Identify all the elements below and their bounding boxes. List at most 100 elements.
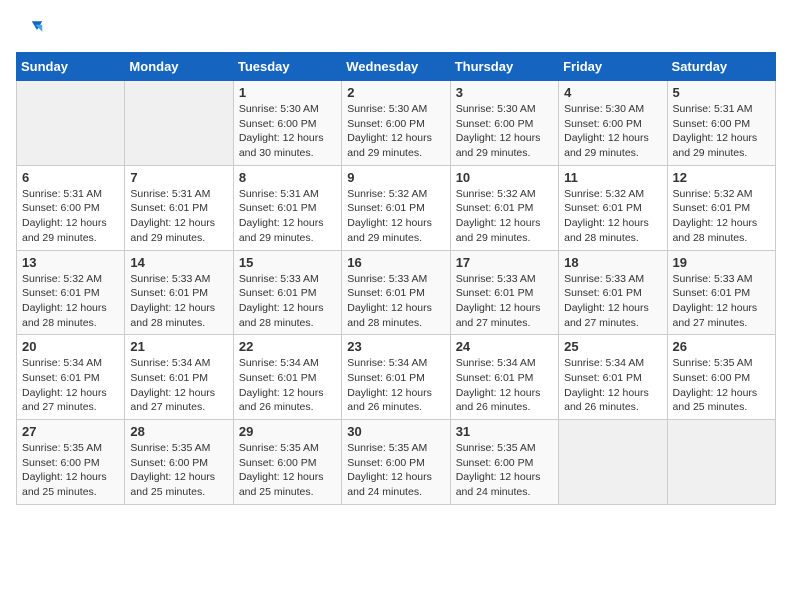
day-cell: 23 Sunrise: 5:34 AM Sunset: 6:01 PM Dayli…: [342, 335, 450, 420]
calendar-table: SundayMondayTuesdayWednesdayThursdayFrid…: [16, 52, 776, 505]
week-row-5: 27 Sunrise: 5:35 AM Sunset: 6:00 PM Dayli…: [17, 420, 776, 505]
day-info: Sunrise: 5:30 AM Sunset: 6:00 PM Dayligh…: [564, 102, 661, 161]
day-cell: 18 Sunrise: 5:33 AM Sunset: 6:01 PM Dayli…: [559, 250, 667, 335]
day-number: 7: [130, 170, 227, 185]
day-info: Sunrise: 5:34 AM Sunset: 6:01 PM Dayligh…: [564, 356, 661, 415]
day-cell: 22 Sunrise: 5:34 AM Sunset: 6:01 PM Dayli…: [233, 335, 341, 420]
day-info: Sunrise: 5:33 AM Sunset: 6:01 PM Dayligh…: [564, 272, 661, 331]
day-info: Sunrise: 5:31 AM Sunset: 6:01 PM Dayligh…: [130, 187, 227, 246]
day-info: Sunrise: 5:31 AM Sunset: 6:00 PM Dayligh…: [673, 102, 770, 161]
day-cell: [667, 420, 775, 505]
day-number: 8: [239, 170, 336, 185]
day-cell: 29Sunrise: 5:35 AM Sunset: 6:00 PM Dayli…: [233, 420, 341, 505]
day-info: Sunrise: 5:33 AM Sunset: 6:01 PM Dayligh…: [347, 272, 444, 331]
day-number: 23: [347, 339, 444, 354]
day-cell: 6Sunrise: 5:31 AM Sunset: 6:00 PM Daylig…: [17, 165, 125, 250]
day-info: Sunrise: 5:34 AM Sunset: 6:01 PM Dayligh…: [456, 356, 553, 415]
day-number: 26: [673, 339, 770, 354]
day-number: 27: [22, 424, 119, 439]
day-cell: 4Sunrise: 5:30 AM Sunset: 6:00 PM Daylig…: [559, 81, 667, 166]
day-number: 3: [456, 85, 553, 100]
day-number: 11: [564, 170, 661, 185]
logo-icon: [16, 16, 44, 44]
day-cell: 25 Sunrise: 5:34 AM Sunset: 6:01 PM Dayli…: [559, 335, 667, 420]
day-cell: [559, 420, 667, 505]
day-number: 18: [564, 255, 661, 270]
day-cell: 8 Sunrise: 5:31 AM Sunset: 6:01 PM Daylig…: [233, 165, 341, 250]
day-info: Sunrise: 5:35 AM Sunset: 6:00 PM Dayligh…: [130, 441, 227, 500]
day-info: Sunrise: 5:35 AM Sunset: 6:00 PM Dayligh…: [347, 441, 444, 500]
day-info: Sunrise: 5:32 AM Sunset: 6:01 PM Dayligh…: [22, 272, 119, 331]
day-number: 5: [673, 85, 770, 100]
day-number: 13: [22, 255, 119, 270]
header-row: SundayMondayTuesdayWednesdayThursdayFrid…: [17, 53, 776, 81]
day-number: 28: [130, 424, 227, 439]
header-cell-saturday: Saturday: [667, 53, 775, 81]
day-number: 6: [22, 170, 119, 185]
day-cell: 13 Sunrise: 5:32 AM Sunset: 6:01 PM Dayli…: [17, 250, 125, 335]
day-info: Sunrise: 5:32 AM Sunset: 6:01 PM Dayligh…: [673, 187, 770, 246]
day-number: 10: [456, 170, 553, 185]
day-info: Sunrise: 5:32 AM Sunset: 6:01 PM Dayligh…: [456, 187, 553, 246]
day-info: Sunrise: 5:34 AM Sunset: 6:01 PM Dayligh…: [22, 356, 119, 415]
day-cell: 16 Sunrise: 5:33 AM Sunset: 6:01 PM Dayli…: [342, 250, 450, 335]
day-cell: [125, 81, 233, 166]
day-cell: 21 Sunrise: 5:34 AM Sunset: 6:01 PM Dayli…: [125, 335, 233, 420]
day-cell: 28 Sunrise: 5:35 AM Sunset: 6:00 PM Dayli…: [125, 420, 233, 505]
day-info: Sunrise: 5:30 AM Sunset: 6:00 PM Dayligh…: [347, 102, 444, 161]
week-row-1: 1 Sunrise: 5:30 AM Sunset: 6:00 PM Daylig…: [17, 81, 776, 166]
day-number: 20: [22, 339, 119, 354]
day-cell: 26 Sunrise: 5:35 AM Sunset: 6:00 PM Dayli…: [667, 335, 775, 420]
day-cell: 31 Sunrise: 5:35 AM Sunset: 6:00 PM Dayli…: [450, 420, 558, 505]
day-info: Sunrise: 5:34 AM Sunset: 6:01 PM Dayligh…: [347, 356, 444, 415]
day-cell: 7 Sunrise: 5:31 AM Sunset: 6:01 PM Daylig…: [125, 165, 233, 250]
day-number: 21: [130, 339, 227, 354]
day-cell: 14Sunrise: 5:33 AM Sunset: 6:01 PM Dayli…: [125, 250, 233, 335]
day-cell: 3 Sunrise: 5:30 AM Sunset: 6:00 PM Daylig…: [450, 81, 558, 166]
day-number: 17: [456, 255, 553, 270]
page-header: [16, 16, 776, 44]
header-cell-thursday: Thursday: [450, 53, 558, 81]
day-info: Sunrise: 5:30 AM Sunset: 6:00 PM Dayligh…: [456, 102, 553, 161]
day-info: Sunrise: 5:31 AM Sunset: 6:01 PM Dayligh…: [239, 187, 336, 246]
day-cell: 10 Sunrise: 5:32 AM Sunset: 6:01 PM Dayli…: [450, 165, 558, 250]
day-info: Sunrise: 5:35 AM Sunset: 6:00 PM Dayligh…: [456, 441, 553, 500]
header-cell-sunday: Sunday: [17, 53, 125, 81]
day-number: 12: [673, 170, 770, 185]
day-number: 31: [456, 424, 553, 439]
day-info: Sunrise: 5:32 AM Sunset: 6:01 PM Dayligh…: [347, 187, 444, 246]
day-info: Sunrise: 5:30 AM Sunset: 6:00 PM Dayligh…: [239, 102, 336, 161]
week-row-4: 20 Sunrise: 5:34 AM Sunset: 6:01 PM Dayli…: [17, 335, 776, 420]
header-cell-monday: Monday: [125, 53, 233, 81]
day-info: Sunrise: 5:35 AM Sunset: 6:00 PM Dayligh…: [22, 441, 119, 500]
day-info: Sunrise: 5:35 AM Sunset: 6:00 PM Dayligh…: [673, 356, 770, 415]
day-cell: 19Sunrise: 5:33 AM Sunset: 6:01 PM Dayli…: [667, 250, 775, 335]
day-info: Sunrise: 5:34 AM Sunset: 6:01 PM Dayligh…: [239, 356, 336, 415]
header-cell-tuesday: Tuesday: [233, 53, 341, 81]
header-cell-friday: Friday: [559, 53, 667, 81]
day-cell: 2 Sunrise: 5:30 AM Sunset: 6:00 PM Daylig…: [342, 81, 450, 166]
day-number: 16: [347, 255, 444, 270]
day-cell: 20 Sunrise: 5:34 AM Sunset: 6:01 PM Dayli…: [17, 335, 125, 420]
day-cell: 5 Sunrise: 5:31 AM Sunset: 6:00 PM Daylig…: [667, 81, 775, 166]
day-cell: 24Sunrise: 5:34 AM Sunset: 6:01 PM Dayli…: [450, 335, 558, 420]
day-number: 25: [564, 339, 661, 354]
day-number: 22: [239, 339, 336, 354]
day-number: 1: [239, 85, 336, 100]
day-number: 2: [347, 85, 444, 100]
day-info: Sunrise: 5:35 AM Sunset: 6:00 PM Dayligh…: [239, 441, 336, 500]
day-number: 14: [130, 255, 227, 270]
day-cell: 1 Sunrise: 5:30 AM Sunset: 6:00 PM Daylig…: [233, 81, 341, 166]
day-cell: 15Sunrise: 5:33 AM Sunset: 6:01 PM Dayli…: [233, 250, 341, 335]
day-info: Sunrise: 5:33 AM Sunset: 6:01 PM Dayligh…: [673, 272, 770, 331]
day-info: Sunrise: 5:32 AM Sunset: 6:01 PM Dayligh…: [564, 187, 661, 246]
day-info: Sunrise: 5:34 AM Sunset: 6:01 PM Dayligh…: [130, 356, 227, 415]
day-cell: 12 Sunrise: 5:32 AM Sunset: 6:01 PM Dayli…: [667, 165, 775, 250]
header-cell-wednesday: Wednesday: [342, 53, 450, 81]
day-cell: 27 Sunrise: 5:35 AM Sunset: 6:00 PM Dayli…: [17, 420, 125, 505]
day-cell: 11 Sunrise: 5:32 AM Sunset: 6:01 PM Dayli…: [559, 165, 667, 250]
day-cell: 9Sunrise: 5:32 AM Sunset: 6:01 PM Daylig…: [342, 165, 450, 250]
day-number: 30: [347, 424, 444, 439]
week-row-2: 6Sunrise: 5:31 AM Sunset: 6:00 PM Daylig…: [17, 165, 776, 250]
logo: [16, 16, 48, 44]
